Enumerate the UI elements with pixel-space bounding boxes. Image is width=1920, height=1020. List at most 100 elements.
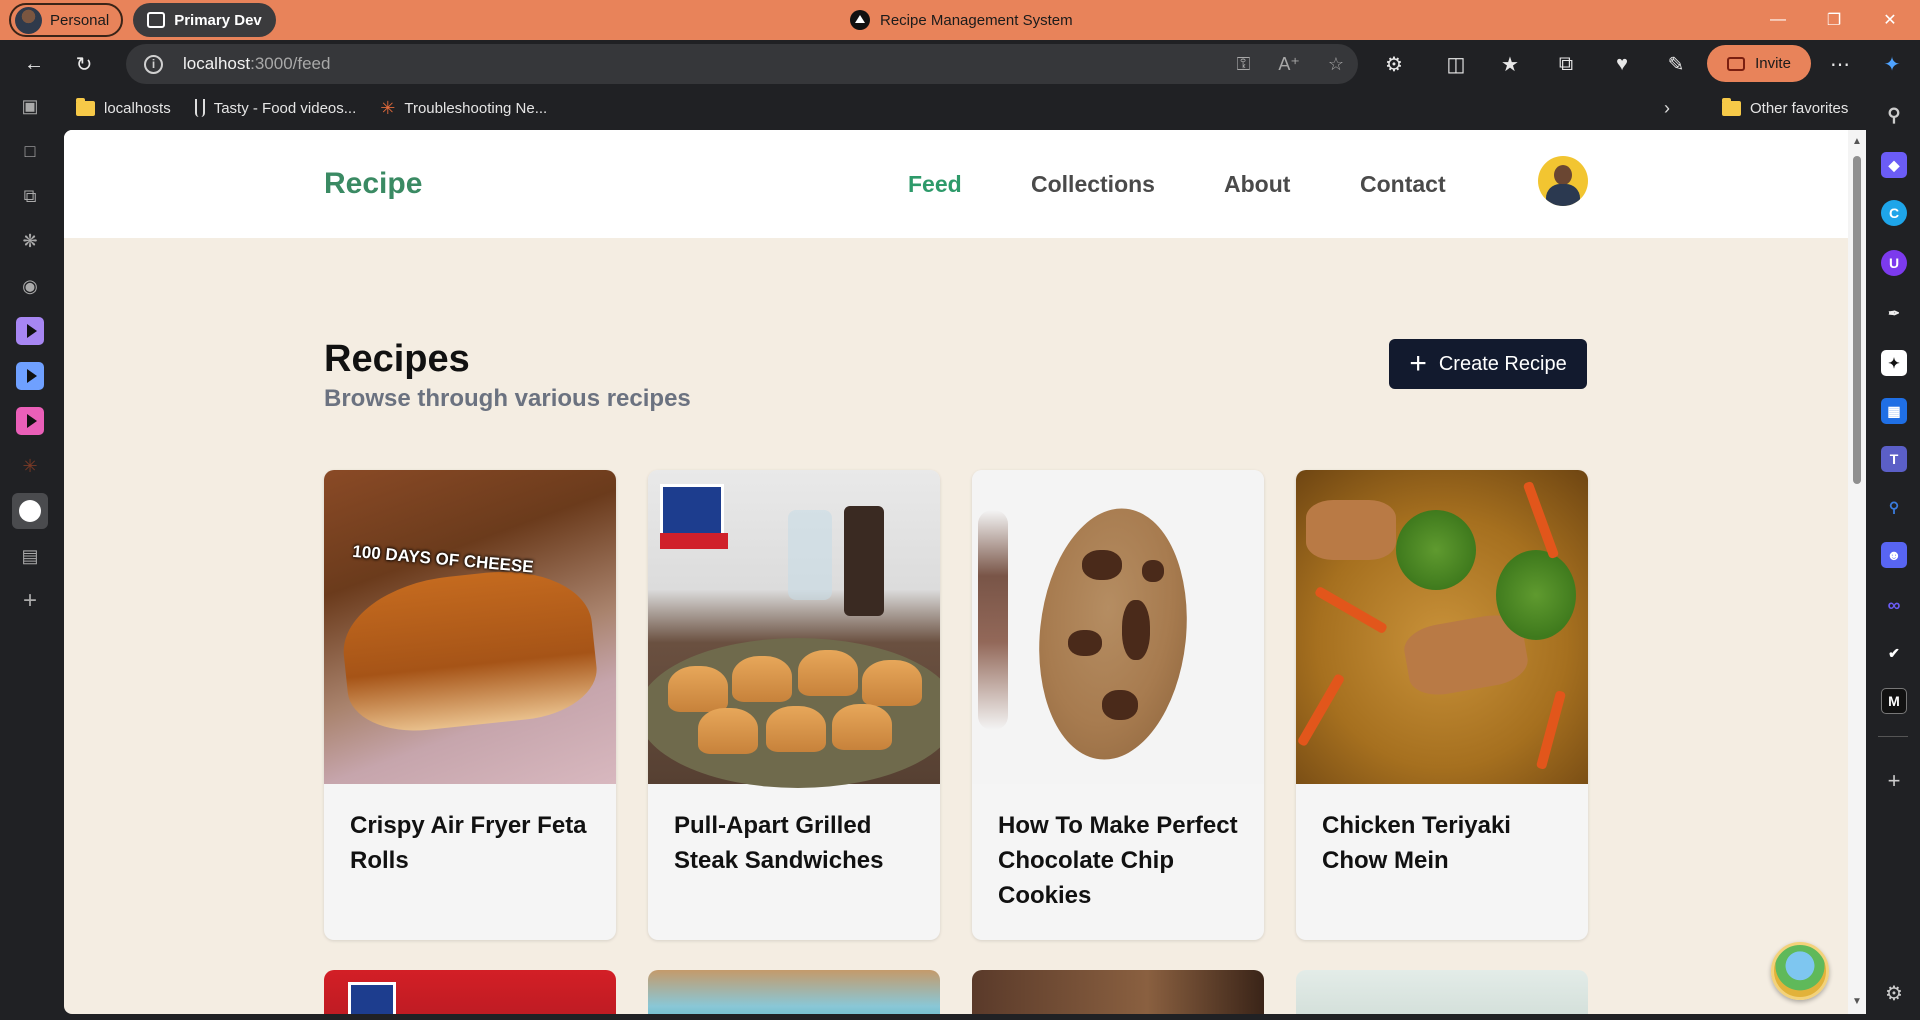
teams-icon[interactable]: T [1881,446,1907,472]
recipe-card[interactable]: 100 DAYS OF CHEESE Crispy Air Fryer Feta… [324,470,616,940]
favorites-bar: localhosts Tasty - Food videos... ✳ Trou… [64,88,1864,128]
favorite-localhosts[interactable]: localhosts [76,97,171,117]
new-tab-icon[interactable]: + [12,583,48,619]
page-scrollbar[interactable]: ▲ ▼ [1848,130,1866,1014]
other-favorites[interactable]: Other favorites [1722,97,1848,117]
recipe-image [648,470,940,788]
copy-tab-icon[interactable]: ⧉ [12,178,48,214]
key-icon[interactable]: ⚿ [1237,54,1251,75]
calendar-tab-icon[interactable]: ▤ [12,538,48,574]
gemini-icon[interactable]: ✦ [1881,350,1907,376]
trello-icon[interactable]: ▦ [1881,398,1907,424]
site-logo[interactable]: Recipe [324,167,422,201]
create-recipe-button[interactable]: + Create Recipe [1389,339,1587,389]
site-header: Recipe Feed Collections About Contact [64,130,1848,238]
folder-icon [76,97,95,116]
copilot-icon[interactable]: ✦ [1872,44,1912,84]
read-aloud-icon[interactable]: A⁺ [1278,54,1300,75]
recipe-image [972,470,1264,784]
refresh-icon[interactable]: ↻ [64,44,104,84]
address-host: localhost [183,54,251,73]
browser-toolbar: ← ↻ i localhost:3000/feed ⚿ A⁺ ☆ ⚙ ◫ ★ ⧉… [0,40,1920,88]
folder-icon [1722,97,1741,116]
discord-icon[interactable]: ☻ [1881,542,1907,568]
github-tab-icon[interactable]: ◉ [12,268,48,304]
page-tab-icon[interactable]: □ [12,133,48,169]
pink-play-tab-icon[interactable] [12,403,48,439]
recipe-card-partial[interactable] [972,970,1264,1014]
nav-feed[interactable]: Feed [908,171,962,198]
recipe-image [1296,470,1588,784]
add-app-icon[interactable]: + [1881,768,1907,794]
collections-icon[interactable]: ⧉ [1546,44,1586,84]
recipe-card[interactable]: Chicken Teriyaki Chow Mein [1296,470,1588,940]
back-icon[interactable]: ← [14,44,54,84]
browser-titlebar: Personal Primary Dev Recipe Management S… [0,0,1920,40]
left-vertical-tabs: ▣ □ ⧉ ❋ ◉ ✳ ▤ + [0,88,58,1020]
scroll-thumb[interactable] [1853,156,1861,484]
profile-label: Personal [50,11,110,29]
canva-icon[interactable]: C [1881,200,1907,226]
recipe-title: Crispy Air Fryer Feta Rolls [350,812,587,874]
recipe-card[interactable]: Pull-Apart Grilled Steak Sandwiches [648,470,940,940]
favorites-icon[interactable]: ★ [1490,44,1530,84]
create-recipe-label: Create Recipe [1438,352,1567,375]
settings-gear-icon[interactable]: ⚙ [1881,980,1907,1006]
site-favicon-icon [850,10,870,30]
nav-collections[interactable]: Collections [1031,171,1155,198]
address-bar[interactable]: i localhost:3000/feed ⚿ A⁺ ☆ [126,44,1358,84]
bing-search-icon[interactable]: ⚲ [1881,494,1907,520]
claude-tab-icon[interactable]: ✳ [12,448,48,484]
site-info-icon[interactable]: i [144,54,163,74]
openai-tab-icon[interactable]: ❋ [12,223,48,259]
purple-play-tab-icon[interactable] [12,313,48,349]
invite-button[interactable]: Invite [1707,45,1811,82]
favorite-tasty[interactable]: Tasty - Food videos... [194,99,356,117]
close-icon[interactable]: ✕ [1860,0,1920,40]
browser-essentials-icon[interactable]: ♥ [1602,44,1642,84]
chevron-right-icon[interactable]: › [1664,98,1670,119]
favorite-troubleshooting[interactable]: ✳ Troubleshooting Ne... [380,98,547,119]
notion-icon[interactable]: ✔ [1881,640,1907,666]
profile-button[interactable]: Personal [9,3,124,37]
blue-play-tab-icon[interactable] [12,358,48,394]
plus-icon: + [1409,347,1427,380]
recipe-card-partial[interactable] [1296,970,1588,1014]
user-avatar[interactable] [1538,156,1588,206]
mongo-icon[interactable]: ∞ [1881,592,1907,618]
app-cube-icon[interactable]: ◆ [1881,152,1907,178]
feedback-icon[interactable]: ✎ [1656,44,1696,84]
favorite-star-icon[interactable]: ☆ [1328,54,1344,75]
recipe-card-partial[interactable] [648,970,940,1014]
window-title: Recipe Management System [850,0,1073,40]
recipe-image: 100 DAYS OF CHEESE [324,470,616,784]
recipe-card[interactable]: How To Make Perfect Chocolate Chip Cooki… [972,470,1264,940]
extensions-icon[interactable]: ⚙ [1374,44,1414,84]
window-title-text: Recipe Management System [880,11,1073,29]
right-sidebar: ⚲ ◆ C U ✒ ✦ ▦ T ⚲ ☻ ∞ ✔ M + ⚙ [1866,88,1920,1020]
restore-icon[interactable]: ❐ [1804,0,1864,40]
invite-label: Invite [1755,55,1791,72]
recipe-card-partial[interactable] [324,970,616,1014]
tab-actions-icon[interactable]: ▣ [12,88,48,124]
scroll-down-icon[interactable]: ▼ [1852,996,1862,1007]
address-path: :3000/feed [250,54,331,73]
nav-contact[interactable]: Contact [1360,171,1446,198]
workspace-button[interactable]: Primary Dev [133,3,276,37]
split-screen-icon[interactable]: ◫ [1436,44,1476,84]
medium-icon[interactable]: M [1881,688,1907,714]
recipe-title: Pull-Apart Grilled Steak Sandwiches [674,812,884,874]
search-icon[interactable]: ⚲ [1881,102,1907,128]
minimize-icon[interactable]: — [1748,0,1808,40]
nav-about[interactable]: About [1224,171,1290,198]
u-app-icon[interactable]: U [1881,250,1907,276]
feather-icon[interactable]: ✒ [1881,300,1907,326]
workspace-icon [147,12,166,28]
favorite-label: localhosts [104,99,171,117]
profile-avatar-icon [15,6,42,34]
invite-icon [1727,56,1746,71]
recipe-tab-icon[interactable] [12,493,48,529]
more-menu-icon[interactable]: ⋯ [1820,44,1860,84]
scroll-up-icon[interactable]: ▲ [1852,136,1862,147]
floating-assistant-icon[interactable] [1771,942,1829,1000]
